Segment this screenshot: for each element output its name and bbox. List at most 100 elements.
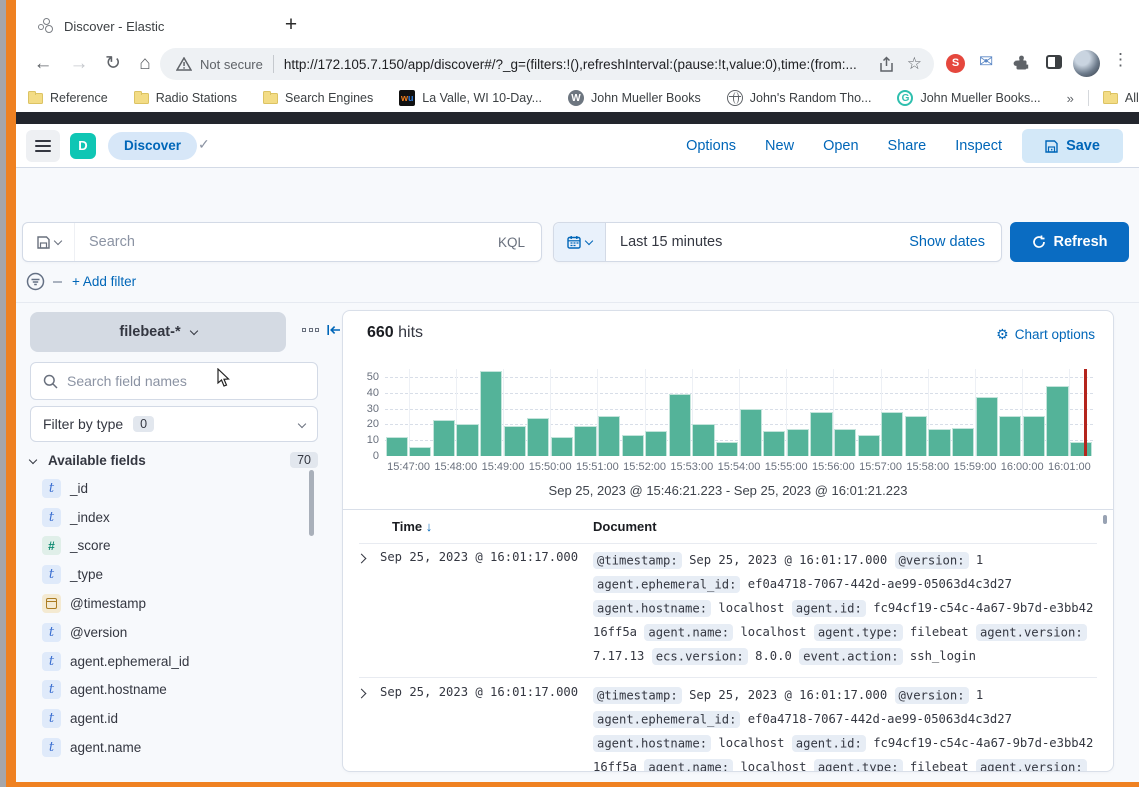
breadcrumb-check-icon[interactable]: ✓ <box>198 136 210 153</box>
home-icon[interactable]: ⌂ <box>130 49 160 79</box>
new-tab-button[interactable]: + <box>278 12 304 38</box>
toolbar-links: Options New Open Share Inspect <box>686 124 1002 168</box>
y-tick-label: 0 <box>353 450 379 462</box>
breadcrumb-discover[interactable]: Discover <box>108 132 197 160</box>
toolbar-link-share[interactable]: Share <box>888 138 927 154</box>
table-scrollbar[interactable] <box>1103 515 1107 524</box>
field-list: t_idt_index#_scoret_type@timestampt@vers… <box>30 474 318 762</box>
tab-close-icon[interactable] <box>236 17 254 35</box>
kibana-nav-row: D Discover ✓ OptionsNewOpenShareInspect … <box>16 124 1139 168</box>
collapse-sidebar-icon[interactable] <box>326 323 341 337</box>
bookmark-item[interactable]: wuLa Valle, WI 10-Day... <box>399 90 542 106</box>
sidebar-scrollbar[interactable] <box>309 470 314 536</box>
close-button[interactable] <box>1093 2 1139 42</box>
saved-query-menu-icon[interactable] <box>23 223 75 261</box>
x-tick-label: 16:01:00 <box>1039 461 1099 473</box>
histogram-bar <box>999 416 1021 456</box>
reload-icon[interactable]: ↻ <box>98 49 128 79</box>
bookmark-item[interactable]: John's Random Tho... <box>727 90 872 106</box>
filter-settings-icon[interactable] <box>26 272 45 291</box>
field-key-badge: @timestamp: <box>593 552 682 569</box>
field-item[interactable]: tagent.name <box>30 733 318 762</box>
column-header-document[interactable]: Document <box>593 519 657 534</box>
field-search-placeholder: Search field names <box>67 373 187 389</box>
field-item[interactable]: t_type <box>30 560 318 589</box>
filter-by-type-dropdown[interactable]: Filter by type 0 <box>30 406 318 442</box>
extension-s-icon[interactable]: S <box>946 54 965 73</box>
field-settings-icon[interactable] <box>302 328 319 332</box>
field-item[interactable]: tagent.hostname <box>30 676 318 705</box>
profile-avatar[interactable] <box>1073 50 1100 77</box>
row-document[interactable]: @timestamp: Sep 25, 2023 @ 16:01:17.000 … <box>593 548 1095 668</box>
field-value: ssh_login <box>910 649 976 663</box>
field-item[interactable]: tagent.ephemeral_id <box>30 647 318 676</box>
hits-count: 660 hits <box>367 324 423 342</box>
histogram-bar <box>433 420 455 456</box>
bookmark-item[interactable]: WJohn Mueller Books <box>568 90 701 106</box>
side-panel-icon[interactable] <box>1046 55 1062 69</box>
chart-options-button[interactable]: ⚙ Chart options <box>996 326 1095 343</box>
bookmark-item[interactable]: GJohn Mueller Books... <box>897 90 1040 106</box>
address-bar[interactable]: Not secure http://172.105.7.150/app/disc… <box>160 48 934 80</box>
toolbar-link-open[interactable]: Open <box>823 138 858 154</box>
field-item[interactable]: t_index <box>30 503 318 532</box>
available-fields-header[interactable]: Available fields 70 <box>30 452 318 468</box>
url-text[interactable]: http://172.105.7.150/app/discover#/?_g=(… <box>284 57 866 72</box>
bookmark-star-icon[interactable]: ☆ <box>907 56 922 72</box>
query-section-divider <box>16 302 1139 303</box>
string-field-icon: t <box>42 508 61 527</box>
histogram-bar <box>669 394 691 456</box>
field-item[interactable]: tagent.id <box>30 704 318 733</box>
gear-icon: ⚙ <box>996 326 1009 343</box>
extensions-puzzle-icon[interactable] <box>1013 55 1030 72</box>
column-header-time[interactable]: Time ↓ <box>392 519 432 534</box>
save-button[interactable]: Save <box>1022 129 1123 163</box>
forward-icon[interactable]: → <box>64 49 94 79</box>
field-item[interactable]: @timestamp <box>30 589 318 618</box>
toolbar-link-options[interactable]: Options <box>686 138 736 154</box>
refresh-button[interactable]: Refresh <box>1010 222 1129 262</box>
date-picker[interactable]: Last 15 minutes Show dates <box>553 222 1002 262</box>
string-field-icon: t <box>42 565 61 584</box>
field-item[interactable]: #_score <box>30 532 318 561</box>
expand-row-icon[interactable] <box>357 554 367 564</box>
field-key-badge: agent.hostname: <box>593 735 711 752</box>
maximize-button[interactable] <box>1046 2 1093 42</box>
browser-tab[interactable]: Discover - Elastic <box>26 8 264 44</box>
wu-favicon-icon: wu <box>399 90 415 106</box>
field-item[interactable]: t@version <box>30 618 318 647</box>
space-badge[interactable]: D <box>70 133 96 159</box>
query-language-button[interactable]: KQL <box>482 235 541 250</box>
bookmark-item[interactable]: Radio Stations <box>134 91 237 105</box>
field-search-input[interactable]: Search field names <box>30 362 318 400</box>
all-bookmarks-button[interactable]: All Bookmarks <box>1103 91 1139 105</box>
sort-descending-icon[interactable]: ↓ <box>426 519 433 534</box>
histogram-bar <box>386 437 408 456</box>
bookmarks-overflow-icon[interactable]: » <box>1067 91 1074 106</box>
expand-row-icon[interactable] <box>357 689 367 699</box>
tab-search-chevron-icon[interactable] <box>952 2 999 42</box>
chevron-down-icon <box>585 236 593 244</box>
back-icon[interactable]: ← <box>28 49 58 79</box>
show-dates-link[interactable]: Show dates <box>909 234 1001 250</box>
toolbar-link-new[interactable]: New <box>765 138 794 154</box>
query-input[interactable]: Search KQL <box>22 222 542 262</box>
bookmark-item[interactable]: Search Engines <box>263 91 373 105</box>
extension-mail-icon[interactable]: ✉ <box>979 52 993 72</box>
histogram-bar <box>881 412 903 456</box>
date-picker-calendar-icon[interactable] <box>554 223 606 261</box>
kebab-menu-icon[interactable]: ⋮ <box>1112 50 1129 70</box>
toolbar-link-inspect[interactable]: Inspect <box>955 138 1002 154</box>
field-key-badge: agent.type: <box>814 759 903 773</box>
menu-hamburger-icon[interactable] <box>26 130 60 162</box>
number-field-icon: # <box>42 536 61 555</box>
add-filter-link[interactable]: + Add filter <box>72 274 136 289</box>
row-document[interactable]: @timestamp: Sep 25, 2023 @ 16:01:17.000 … <box>593 683 1095 772</box>
field-item[interactable]: t_id <box>30 474 318 503</box>
minimize-button[interactable] <box>999 2 1046 42</box>
share-icon[interactable] <box>878 56 895 73</box>
bookmark-item[interactable]: Reference <box>28 91 108 105</box>
index-pattern-switcher[interactable]: filebeat-* <box>30 312 286 352</box>
field-value: localhost <box>718 601 784 615</box>
time-range-value[interactable]: Last 15 minutes <box>620 234 909 250</box>
